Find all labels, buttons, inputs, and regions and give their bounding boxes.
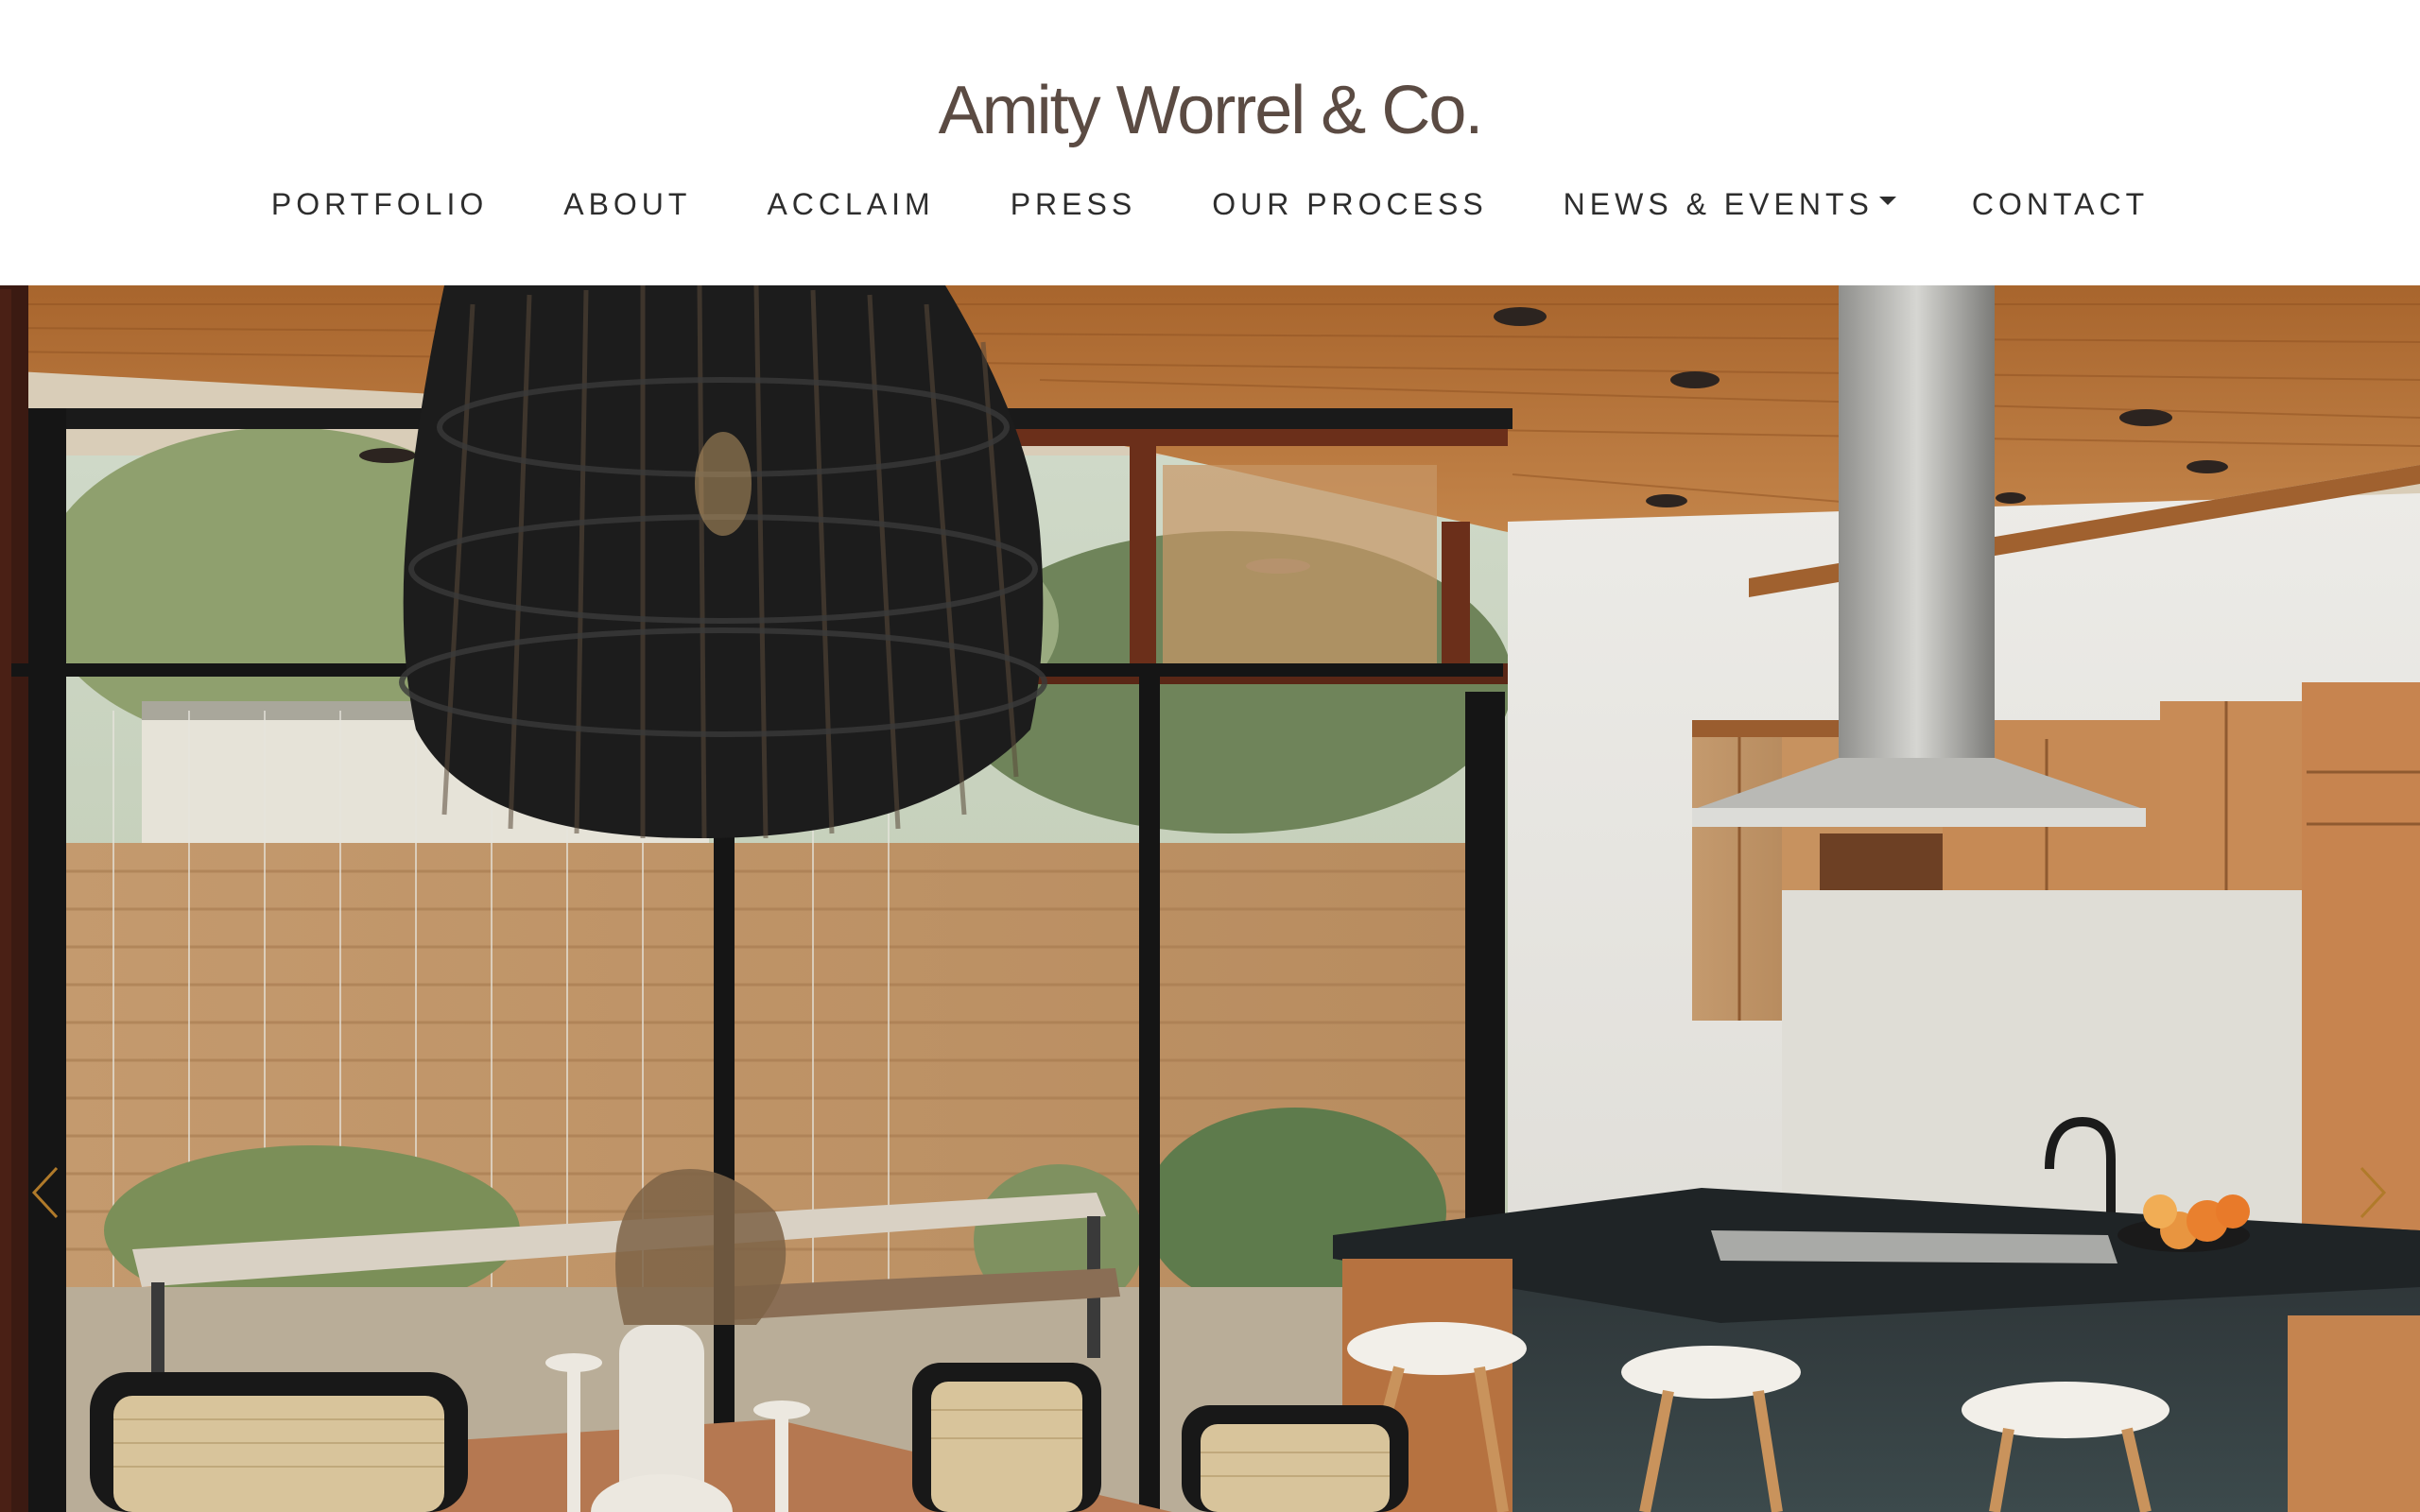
nav-item-about[interactable]: ABOUT xyxy=(563,187,691,222)
nav-item-portfolio[interactable]: PORTFOLIO xyxy=(271,187,488,222)
chevron-right-icon xyxy=(2360,1166,2387,1219)
nav-label-our-process: OUR PROCESS xyxy=(1212,187,1488,221)
nav-label-about: ABOUT xyxy=(563,187,692,221)
dropdown-caret-icon xyxy=(1878,197,1896,205)
hero-image xyxy=(0,285,2420,1512)
slideshow-prev-button[interactable] xyxy=(21,1164,78,1221)
nav-label-press: PRESS xyxy=(1010,187,1137,221)
nav-item-our-process[interactable]: OUR PROCESS xyxy=(1212,187,1487,222)
site-header: Amity Worrel & Co. PORTFOLIO ABOUT ACCLA… xyxy=(0,0,2420,285)
site-logo[interactable]: Amity Worrel & Co. xyxy=(0,68,2420,153)
nav-item-contact[interactable]: CONTACT xyxy=(1972,187,2149,222)
main-nav: PORTFOLIO ABOUT ACCLAIM PRESS OUR PROCES… xyxy=(0,187,2420,222)
nav-label-contact: CONTACT xyxy=(1971,187,2150,221)
nav-item-news-events[interactable]: NEWS & EVENTS xyxy=(1564,187,1896,222)
nav-item-acclaim[interactable]: ACCLAIM xyxy=(767,187,934,222)
hero-slideshow xyxy=(0,285,2420,1512)
nav-label-acclaim: ACCLAIM xyxy=(767,187,935,221)
nav-label-news-events: NEWS & EVENTS xyxy=(1563,187,1874,221)
nav-label-portfolio: PORTFOLIO xyxy=(270,187,489,221)
slideshow-next-button[interactable] xyxy=(2344,1164,2401,1221)
chevron-left-icon xyxy=(31,1166,59,1219)
nav-item-press[interactable]: PRESS xyxy=(1011,187,1136,222)
